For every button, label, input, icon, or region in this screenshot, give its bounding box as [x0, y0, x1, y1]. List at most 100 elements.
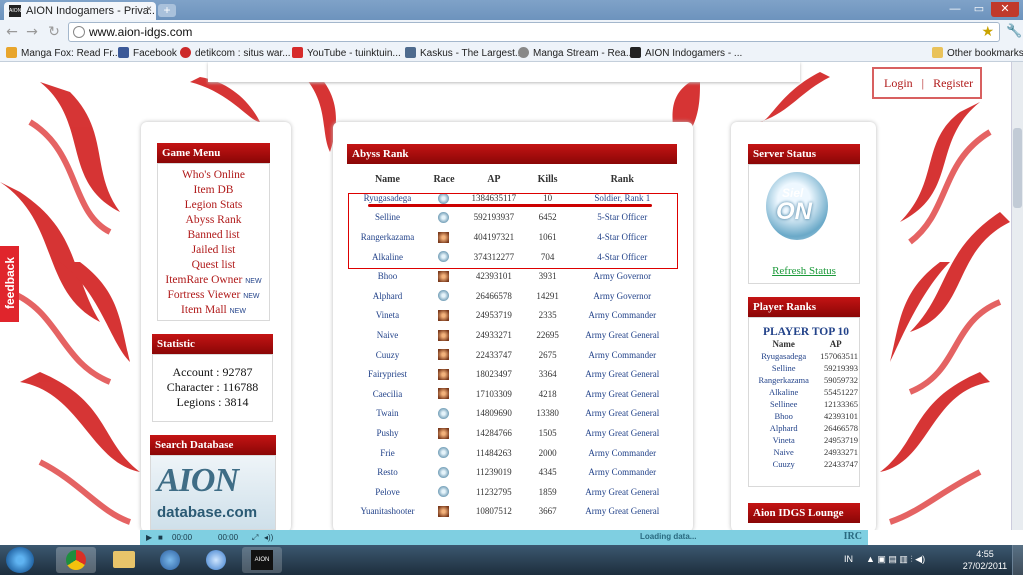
maximize-button[interactable]: ▭: [968, 2, 990, 17]
player-name[interactable]: Naive: [346, 325, 429, 345]
minimize-button[interactable]: —: [943, 2, 967, 17]
wrench-icon[interactable]: 🔧: [1006, 24, 1022, 39]
player-name[interactable]: Caecilia: [346, 384, 429, 404]
menu-item-whos-online[interactable]: Who's Online: [158, 168, 269, 183]
database-logo-text: database.com: [157, 504, 258, 521]
volume-icon[interactable]: ◂)): [264, 533, 273, 542]
player-name[interactable]: Cuuzy: [754, 458, 813, 470]
browser-tab-strip: AION AION Indogamers - Priva... × + — ▭ …: [0, 0, 1023, 20]
menu-item-itemrare-owner[interactable]: ItemRare Owner NEW: [158, 273, 269, 288]
start-button[interactable]: [6, 547, 34, 573]
player-name[interactable]: Fairypriest: [346, 364, 429, 384]
address-bar[interactable]: www.aion-idgs.com ★: [68, 22, 1000, 42]
table-row: Twain 14809690 13380 Army Great General: [346, 404, 678, 424]
play-icon[interactable]: ▶: [146, 533, 152, 542]
player-name[interactable]: Vineta: [346, 306, 429, 326]
refresh-status-link[interactable]: Refresh Status: [748, 265, 860, 277]
bookmark-item[interactable]: detikcom : situs war...: [180, 47, 291, 59]
detik-icon: [180, 47, 191, 58]
player-name[interactable]: Alphard: [754, 422, 813, 434]
bookmark-item[interactable]: YouTube - tuinktuin...: [292, 47, 401, 59]
list-item: Selline 59219393: [754, 362, 858, 374]
menu-item-abyss-rank[interactable]: Abyss Rank: [158, 213, 269, 228]
bookmark-star-icon[interactable]: ★: [981, 23, 994, 40]
taskbar-clock[interactable]: 4:55 27/02/2011: [960, 548, 1010, 572]
menu-item-item-mall[interactable]: Item Mall NEW: [158, 303, 269, 318]
player-name[interactable]: Yuanitashooter: [346, 502, 429, 522]
back-icon[interactable]: ←: [4, 24, 20, 40]
feedback-tab[interactable]: feedback: [0, 246, 19, 322]
explorer-taskbar-icon[interactable]: [104, 547, 144, 573]
player-name[interactable]: Alphard: [346, 286, 429, 306]
close-window-button[interactable]: ✕: [991, 2, 1019, 17]
game-menu: Who's Online Item DB Legion Stats Abyss …: [157, 163, 270, 321]
player-name[interactable]: Sellinee: [754, 398, 813, 410]
stop-icon[interactable]: ■: [158, 533, 163, 542]
player-name[interactable]: Rangerkazama: [754, 374, 813, 386]
player-name[interactable]: Selline: [754, 362, 813, 374]
kills-value: 2675: [538, 349, 557, 360]
bookmark-item[interactable]: Manga Fox: Read Fr...: [6, 47, 121, 59]
race-cell: [429, 443, 459, 463]
aion-database-banner[interactable]: AION database.com: [150, 455, 276, 530]
messenger-taskbar-icon[interactable]: [150, 547, 190, 573]
player-name[interactable]: Pelove: [346, 482, 429, 502]
menu-item-quest-list[interactable]: Quest list: [158, 258, 269, 273]
fullscreen-icon[interactable]: ⤢: [252, 533, 258, 543]
column-header-name: Name: [374, 173, 400, 185]
table-row: Alphard 26466578 14291 Army Governor: [346, 286, 678, 306]
player-name[interactable]: Alkaline: [754, 386, 813, 398]
player-name[interactable]: Frie: [346, 443, 429, 463]
player-name[interactable]: Ryugasadega: [754, 350, 813, 362]
bookmark-item[interactable]: Kaskus - The Largest...: [405, 47, 523, 59]
forward-icon[interactable]: →: [24, 24, 40, 40]
browser-toolbar: ← → ↻ www.aion-idgs.com ★: [0, 20, 1023, 44]
ap-value: 24953719: [475, 310, 512, 321]
other-bookmarks[interactable]: Other bookmarks: [932, 47, 1023, 59]
race-cell: [429, 404, 459, 424]
player-name[interactable]: Vineta: [754, 434, 813, 446]
player-name[interactable]: Twain: [346, 404, 429, 424]
menu-item-fortress-viewer[interactable]: Fortress Viewer NEW: [158, 288, 269, 303]
scroll-thumb[interactable]: [1013, 128, 1022, 208]
player-name[interactable]: Bhoo: [754, 410, 813, 422]
kaskus-icon: [405, 47, 416, 58]
rank-title: Army Great General: [585, 427, 660, 438]
language-indicator[interactable]: IN: [844, 554, 853, 564]
aion-taskbar-icon[interactable]: AION: [242, 547, 282, 573]
loading-status: Loading data...: [640, 532, 697, 541]
menu-item-legion-stats[interactable]: Legion Stats: [158, 198, 269, 213]
register-link[interactable]: Register: [933, 76, 973, 90]
bookmark-item[interactable]: Manga Stream - Rea...: [518, 47, 634, 59]
irc-label[interactable]: IRC: [844, 531, 862, 542]
player-name[interactable]: Naive: [754, 446, 813, 458]
new-tab-button[interactable]: +: [158, 4, 176, 17]
list-item: Alkaline 55451227: [754, 386, 858, 398]
page-scrollbar[interactable]: [1011, 62, 1023, 530]
chrome-taskbar-icon[interactable]: [56, 547, 96, 573]
menu-item-jailed-list[interactable]: Jailed list: [158, 243, 269, 258]
bookmark-item[interactable]: Facebook: [118, 47, 177, 59]
player-name[interactable]: Pushy: [346, 423, 429, 443]
login-link[interactable]: Login: [884, 76, 913, 90]
red-underline-mark: [368, 204, 652, 207]
tab-close-icon[interactable]: ×: [146, 4, 152, 15]
menu-item-item-db[interactable]: Item DB: [158, 183, 269, 198]
system-tray-icons[interactable]: ▲ ▣ ▤ ▥ ⫶ ◀): [866, 554, 925, 565]
table-row: Fairypriest 18023497 3364 Army Great Genera…: [346, 364, 678, 384]
show-desktop-button[interactable]: [1012, 545, 1023, 575]
ap-value: 11484263: [476, 447, 512, 458]
browser-tab[interactable]: AION AION Indogamers - Priva... ×: [4, 2, 156, 20]
media-player-bar: ▶ ■ 00:00 00:00 ⤢ ◂)) Loading data... IR…: [140, 530, 868, 545]
ap-value: 14809690: [475, 408, 512, 419]
new-badge: NEW: [229, 308, 246, 315]
player-name[interactable]: Cuuzy: [346, 345, 429, 365]
player-name[interactable]: Resto: [346, 462, 429, 482]
player-name[interactable]: Bhoo: [346, 266, 429, 286]
itunes-taskbar-icon[interactable]: [196, 547, 236, 573]
rank-title: Army Great General: [585, 408, 660, 419]
top-white-bar: [208, 62, 800, 82]
bookmark-item[interactable]: AION Indogamers - ...: [630, 47, 742, 59]
reload-icon[interactable]: ↻: [46, 24, 62, 40]
menu-item-banned-list[interactable]: Banned list: [158, 228, 269, 243]
